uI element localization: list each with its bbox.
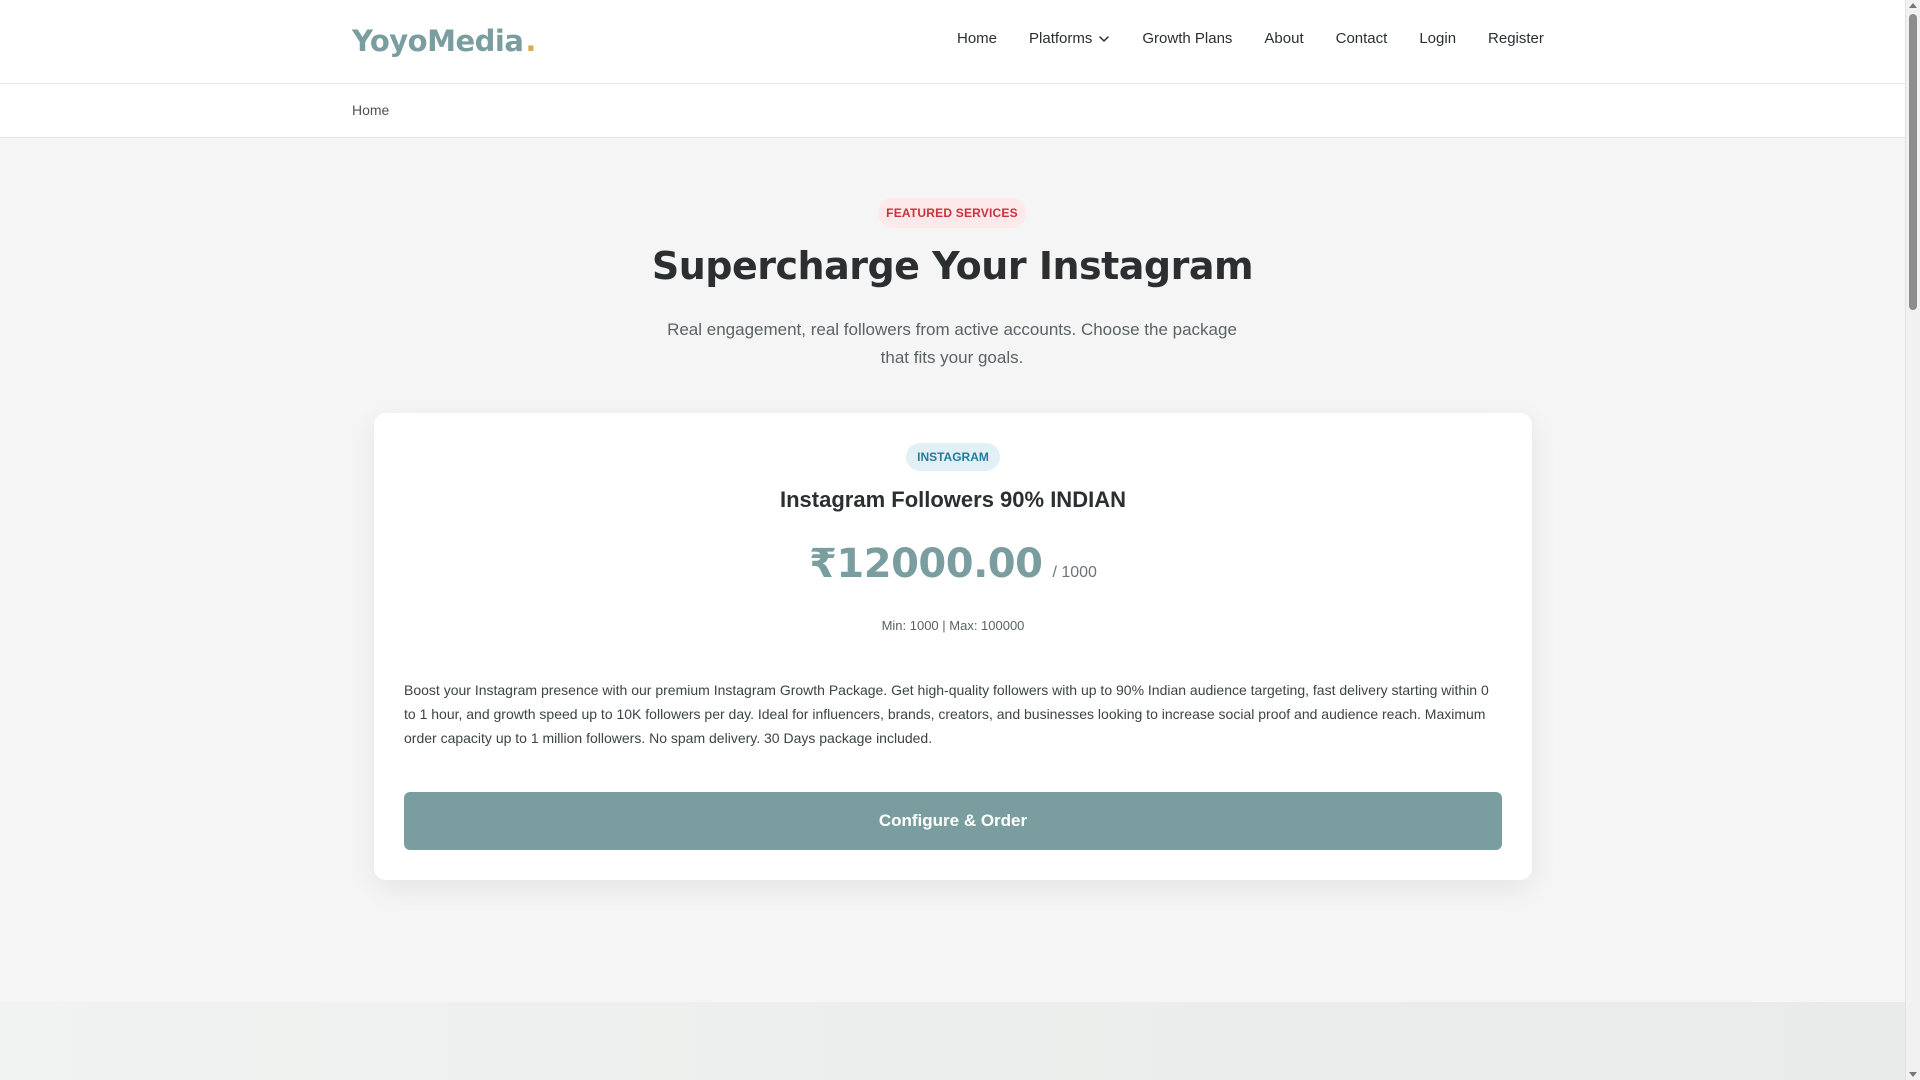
nav-platforms-label: Platforms <box>1029 30 1093 47</box>
nav-home[interactable]: Home <box>957 30 997 47</box>
price-per-unit: / 1000 <box>1052 564 1097 581</box>
service-price: ₹12000.00 <box>809 541 1043 587</box>
page-title: Supercharge Your Instagram <box>651 244 1254 288</box>
breadcrumb-home[interactable]: Home <box>352 102 389 118</box>
nav-register[interactable]: Register <box>1488 30 1544 47</box>
nav-growth-plans[interactable]: Growth Plans <box>1142 30 1232 47</box>
nav-contact[interactable]: Contact <box>1336 30 1388 47</box>
hero-subtitle: Real engagement, real followers from act… <box>667 320 1237 367</box>
order-limits: Min: 1000 | Max: 100000 <box>881 618 1025 633</box>
site-header: YoyoMedia. Home Platforms Growth Plans A… <box>0 0 1905 84</box>
service-title: Instagram Followers 90% INDIAN <box>780 487 1126 512</box>
configure-order-button[interactable]: Configure & Order <box>404 792 1502 850</box>
scroll-down-icon[interactable] <box>1909 1072 1917 1077</box>
chevron-down-icon <box>1099 35 1110 42</box>
logo-dot: . <box>525 24 536 58</box>
nav-platforms[interactable]: Platforms <box>1029 30 1110 47</box>
service-description: Boost your Instagram presence with our p… <box>404 682 1489 746</box>
scrollbar-thumb[interactable] <box>1909 14 1917 310</box>
nav-login[interactable]: Login <box>1419 30 1456 47</box>
logo[interactable]: YoyoMedia. <box>352 24 536 58</box>
logo-text: YoyoMedia <box>352 24 524 58</box>
scroll-up-icon[interactable] <box>1909 3 1917 8</box>
price-row: ₹12000.00 / 1000 <box>374 541 1532 587</box>
main-nav: Home Platforms Growth Plans About Contac… <box>957 30 1544 47</box>
featured-services-badge: FEATURED SERVICES <box>878 198 1026 228</box>
page-scrollbar[interactable] <box>1905 0 1920 1080</box>
service-card: INSTAGRAM Instagram Followers 90% INDIAN… <box>374 413 1532 880</box>
page: YoyoMedia. Home Platforms Growth Plans A… <box>0 0 1905 1080</box>
nav-about[interactable]: About <box>1264 30 1303 47</box>
next-section-preview <box>0 1002 1905 1080</box>
platform-badge: INSTAGRAM <box>906 443 1000 471</box>
breadcrumb-bar: Home <box>0 84 1905 138</box>
